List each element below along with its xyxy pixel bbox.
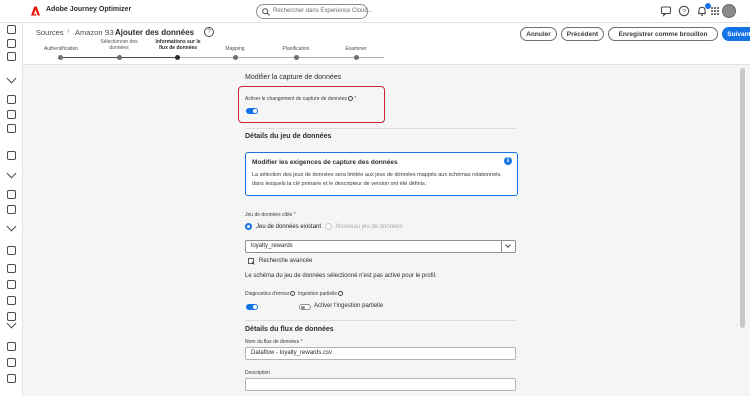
help-icon[interactable]: ?: [204, 27, 214, 37]
dashboard-icon[interactable]: [7, 39, 16, 48]
step-label: Mapping: [225, 46, 245, 52]
step-dot: [294, 55, 299, 60]
partial-ingestion-toggle[interactable]: [299, 304, 311, 310]
scrollbar-thumb[interactable]: [740, 68, 745, 328]
step-label: Examiner: [345, 46, 367, 52]
step-dot: [354, 55, 359, 60]
adobe-logo-icon: [31, 6, 40, 16]
step-label: Sélectionner des données: [100, 39, 138, 51]
info-icon: i: [504, 157, 512, 165]
advanced-search-icon: [248, 258, 255, 265]
search-placeholder: Rechercher dans Experience Cloud...: [273, 8, 373, 14]
partial-ingestion-toggle-label[interactable]: Activer l'ingestion partielle: [314, 303, 383, 309]
info-icon[interactable]: [290, 291, 296, 297]
breadcrumb-sources[interactable]: Sources: [36, 28, 64, 37]
dataset-select[interactable]: loyalty_rewards: [245, 240, 516, 253]
chevron-down-icon[interactable]: [6, 73, 17, 84]
radio-existing-dataset[interactable]: [245, 223, 252, 230]
left-rail: [0, 23, 23, 396]
description-field[interactable]: [245, 378, 516, 391]
info-panel-text: dans lesquels la clé primaire et le desc…: [252, 181, 427, 187]
target-dataset-label: Jeu de données cible *: [245, 212, 296, 218]
sources-icon[interactable]: [7, 190, 16, 199]
apps-icon[interactable]: [709, 5, 721, 17]
help-icon[interactable]: ?: [678, 5, 690, 17]
dataflow-name-field[interactable]: Dataflow - loyalty_rewards.csv: [245, 347, 516, 360]
chevron-down-icon[interactable]: [6, 221, 17, 232]
settings-icon[interactable]: [7, 358, 16, 367]
highlight-box: [238, 86, 385, 123]
profile-note: Le schéma du jeu de données sélectionné …: [245, 273, 437, 279]
journeys-icon[interactable]: [7, 95, 16, 104]
info-panel-title: Modifier les exigences de capture des do…: [252, 159, 398, 166]
step-label: Planification: [282, 46, 310, 52]
refresh-icon[interactable]: [7, 205, 16, 214]
step-label: Informations sur le flux de données: [155, 39, 201, 51]
radio-existing-label[interactable]: Jeu de données existant: [256, 224, 321, 230]
cdc-toggle-label: Activer le changement de capture de donn…: [245, 96, 357, 102]
next-button[interactable]: Suivant: [722, 27, 750, 41]
campaigns-icon[interactable]: [7, 110, 16, 119]
info-icon[interactable]: [338, 291, 344, 297]
dataflow-name-value: Dataflow - loyalty_rewards.csv: [251, 350, 333, 356]
chevron-down-icon[interactable]: [6, 168, 17, 179]
radio-new-label[interactable]: Nouveau jeu de données: [336, 224, 403, 230]
datasets-icon[interactable]: [7, 280, 16, 289]
app-title: Adobe Journey Optimizer: [46, 6, 132, 13]
breadcrumb-separator: ›: [107, 28, 110, 35]
top-bar: Adobe Journey Optimizer Rechercher dans …: [0, 0, 750, 23]
segments-icon[interactable]: [7, 246, 16, 255]
step-dot: [117, 55, 122, 60]
step-label: Authentification: [43, 46, 79, 52]
description-label: Description: [245, 370, 271, 376]
partial-ingestion-label: Ingestion partielle: [298, 291, 344, 297]
dataflow-name-label: Nom du flux de données *: [245, 339, 303, 345]
dataset-select-value: loyalty_rewards: [251, 243, 293, 249]
advanced-search-link[interactable]: Recherche avancée: [259, 258, 312, 264]
admin-icon[interactable]: [7, 342, 16, 351]
info-panel-text: La sélection des jeux de données sera li…: [252, 172, 502, 178]
previous-button[interactable]: Précédent: [561, 27, 604, 41]
chevron-down-icon[interactable]: [501, 240, 515, 253]
channels-icon[interactable]: [7, 374, 16, 383]
divider: [245, 128, 516, 129]
info-panel: Modifier les exigences de capture des do…: [245, 152, 518, 196]
schemas-icon[interactable]: [7, 264, 16, 273]
step-dot: [58, 55, 63, 60]
cancel-button[interactable]: Annuler: [520, 27, 557, 41]
chat-icon[interactable]: [660, 5, 672, 17]
profiles-icon[interactable]: [7, 296, 16, 305]
content-icon[interactable]: [7, 151, 16, 160]
page-header: Sources › Amazon S3 › Ajouter des donnée…: [23, 23, 750, 65]
page-title: Ajouter des données: [115, 28, 195, 37]
divider: [245, 320, 516, 321]
error-diagnostics-label: Diagnostics d'erreur: [245, 291, 296, 297]
breadcrumb-separator: ›: [67, 28, 70, 35]
search-input[interactable]: Rechercher dans Experience Cloud...: [256, 4, 373, 19]
dataflow-section-title: Détails du flux de données: [245, 326, 334, 333]
info-icon[interactable]: [348, 96, 354, 102]
home-icon[interactable]: [7, 25, 16, 34]
search-icon: [262, 8, 270, 16]
messages-icon[interactable]: [7, 124, 16, 133]
step-dot-active: [175, 55, 180, 60]
scrollbar[interactable]: [739, 66, 747, 396]
svg-text:?: ?: [682, 8, 686, 15]
cdc-section-title: Modifier la capture de données: [245, 74, 342, 81]
calendar-icon[interactable]: [7, 52, 16, 61]
error-diagnostics-toggle[interactable]: [246, 304, 258, 310]
save-draft-button[interactable]: Enregistrer comme brouillon: [608, 27, 718, 41]
step-dot: [233, 55, 238, 60]
cdc-toggle[interactable]: [246, 108, 258, 114]
radio-new-dataset[interactable]: [325, 223, 332, 230]
avatar[interactable]: [722, 4, 736, 18]
dataset-section-title: Détails du jeu de données: [245, 133, 332, 140]
